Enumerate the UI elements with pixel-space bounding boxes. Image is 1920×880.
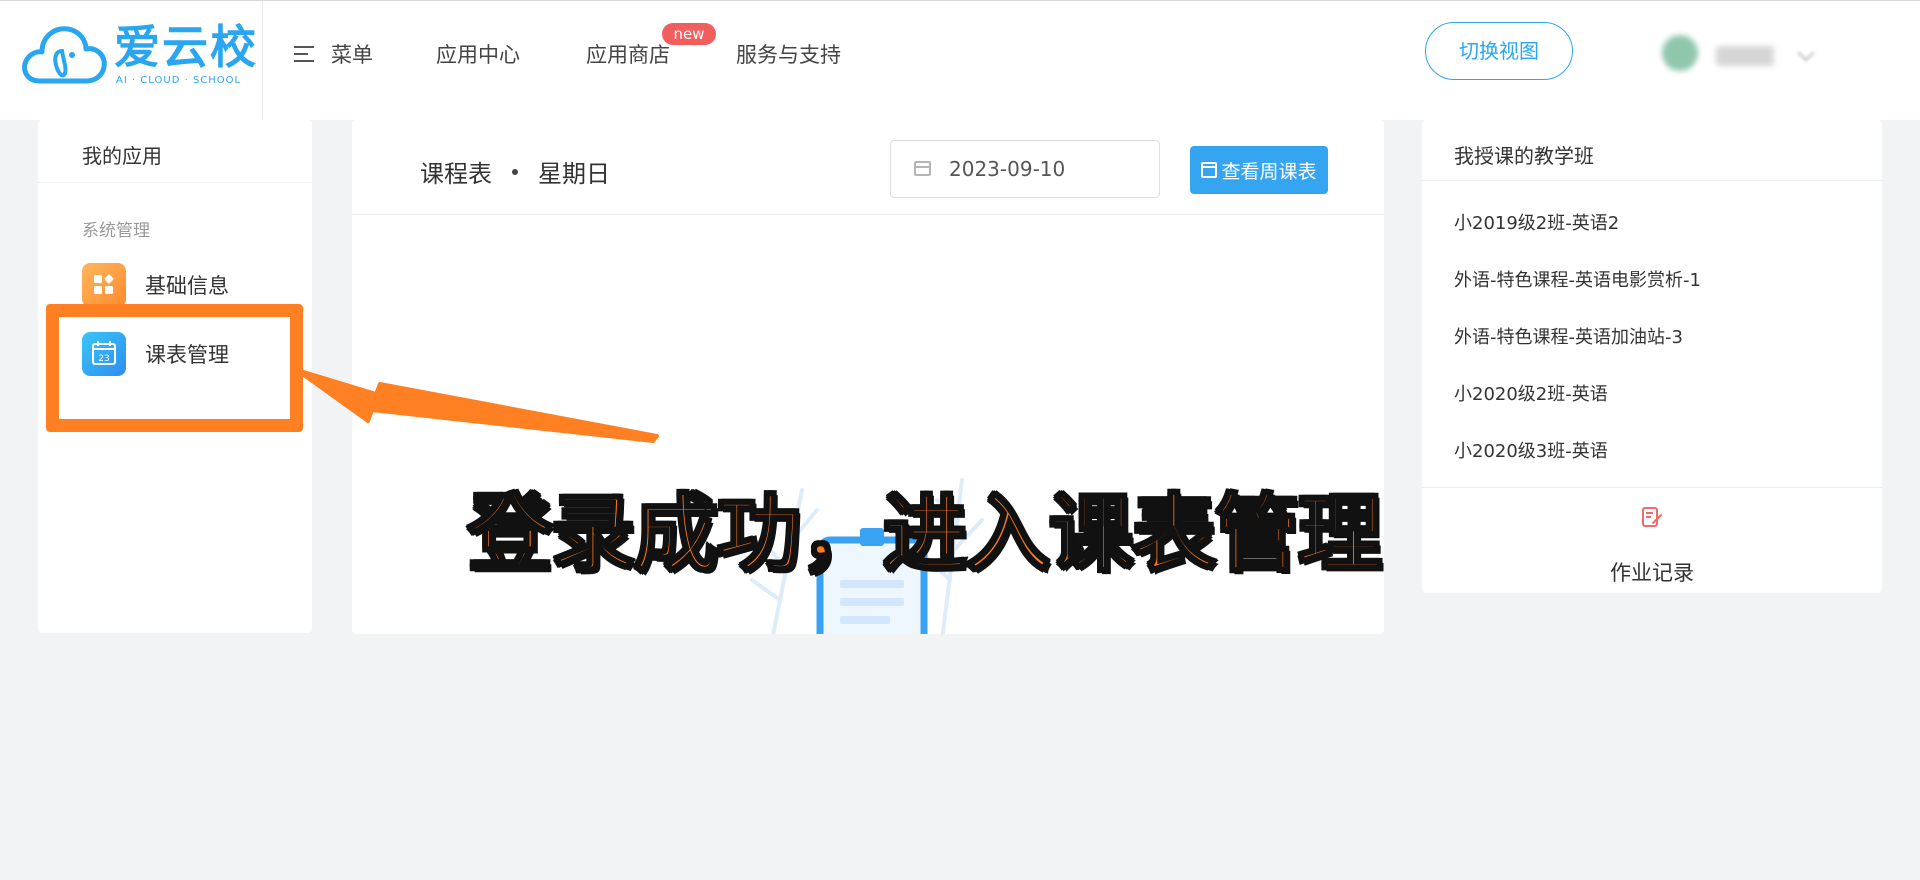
logo[interactable]: 爱云校 AI · CLOUD · SCHOOL bbox=[20, 17, 256, 89]
menu-icon bbox=[294, 46, 316, 62]
view-week-schedule-button[interactable]: 查看周课表 bbox=[1190, 146, 1328, 194]
nav-service-label: 服务与支持 bbox=[736, 43, 841, 67]
nav-service[interactable]: 服务与支持 bbox=[736, 37, 841, 71]
chevron-down-icon[interactable] bbox=[1797, 44, 1815, 62]
schedule-title: 课程表 星期日 bbox=[420, 154, 610, 189]
teaching-classes-panel: 我授课的教学班 小2019级2班-英语2 外语-特色课程-英语电影赏析-1 外语… bbox=[1422, 120, 1882, 593]
calendar-icon bbox=[1201, 162, 1218, 178]
new-badge: new bbox=[662, 23, 716, 45]
switch-view-button[interactable]: 切换视图 bbox=[1425, 22, 1573, 80]
date-picker-calendar-icon bbox=[914, 161, 931, 176]
schedule-title-label: 课程表 bbox=[420, 160, 492, 188]
avatar[interactable] bbox=[1662, 35, 1698, 71]
grid-icon bbox=[82, 263, 126, 307]
arrow-icon bbox=[295, 368, 659, 443]
divider bbox=[1422, 487, 1882, 488]
schedule-day-label: 星期日 bbox=[538, 160, 610, 188]
class-item[interactable]: 小2020级3班-英语 bbox=[1454, 437, 1608, 463]
nav-app-center-label: 应用中心 bbox=[436, 43, 520, 67]
logo-subtitle: AI · CLOUD · SCHOOL bbox=[116, 75, 242, 86]
edit-document-icon bbox=[1642, 507, 1662, 527]
nav-app-store-label: 应用商店 bbox=[586, 43, 670, 67]
view-week-schedule-label: 查看周课表 bbox=[1221, 160, 1317, 183]
my-apps-title: 我的应用 bbox=[82, 144, 162, 168]
class-item[interactable]: 外语-特色课程-英语加油站-3 bbox=[1454, 323, 1683, 349]
teaching-classes-title: 我授课的教学班 bbox=[1454, 144, 1594, 168]
divider bbox=[38, 182, 312, 183]
app-item-basic-info[interactable]: 基础信息 bbox=[82, 262, 282, 308]
nav-app-store[interactable]: 应用商店 bbox=[586, 37, 670, 71]
top-bar: 爱云校 AI · CLOUD · SCHOOL 菜单 应用中心 应用商店 new… bbox=[0, 0, 1920, 121]
caption-overlay: 登录成功，进入课表管理 bbox=[467, 484, 1384, 585]
highlight-box bbox=[46, 304, 303, 432]
dot-separator bbox=[512, 168, 518, 175]
homework-record-button[interactable]: 作业记录 bbox=[1582, 505, 1722, 589]
divider bbox=[352, 214, 1384, 215]
homework-record-label: 作业记录 bbox=[1610, 561, 1694, 585]
nav-menu[interactable]: 菜单 bbox=[294, 37, 373, 71]
nav-app-center[interactable]: 应用中心 bbox=[436, 37, 520, 71]
class-item[interactable]: 外语-特色课程-英语电影赏析-1 bbox=[1454, 266, 1701, 292]
class-item[interactable]: 小2020级2班-英语 bbox=[1454, 380, 1608, 406]
app-label-basic-info: 基础信息 bbox=[145, 274, 229, 298]
header-divider bbox=[262, 1, 263, 121]
nav-menu-label: 菜单 bbox=[331, 43, 373, 67]
logo-title: 爱云校 bbox=[114, 20, 258, 74]
divider bbox=[1422, 180, 1882, 181]
section-label-system: 系统管理 bbox=[82, 221, 150, 241]
class-item[interactable]: 小2019级2班-英语2 bbox=[1454, 209, 1619, 235]
user-name-blurred[interactable] bbox=[1716, 46, 1774, 66]
cloud-logo-icon bbox=[22, 26, 107, 84]
